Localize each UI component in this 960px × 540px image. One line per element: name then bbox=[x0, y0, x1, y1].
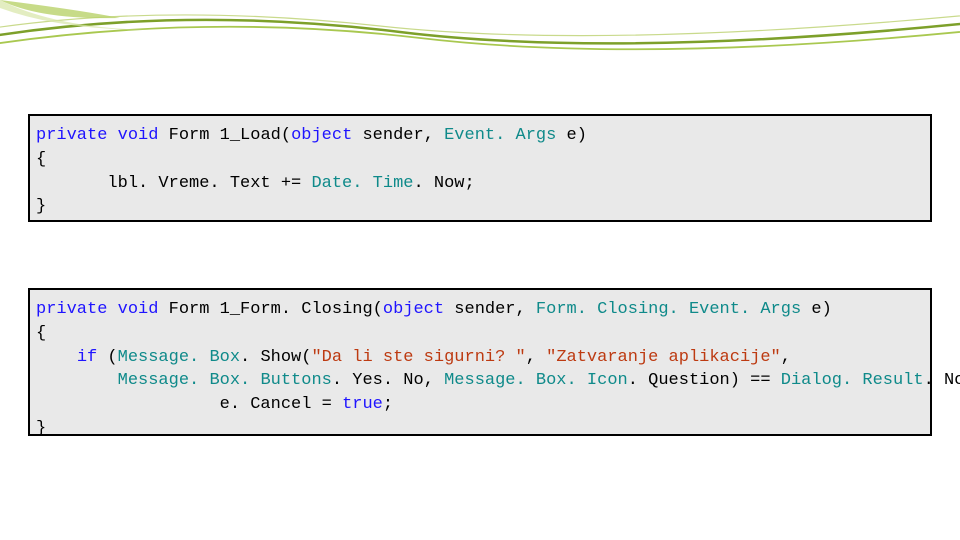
type-formclosingeventargs: Form. Closing. Event. Args bbox=[536, 300, 801, 319]
comma-2: , bbox=[781, 348, 791, 367]
method-name: Form 1_Form. Closing( bbox=[158, 300, 382, 319]
brace-open: { bbox=[36, 324, 46, 343]
line4-indent: e. Cancel = bbox=[36, 395, 342, 414]
body-text: lbl. Vreme. Text += bbox=[36, 174, 311, 193]
type-messageboxicon: Message. Box. Icon bbox=[444, 371, 628, 390]
type-datetime: Date. Time bbox=[311, 174, 413, 193]
keyword-private: private bbox=[36, 126, 107, 145]
keyword-void: void bbox=[118, 300, 159, 319]
line3-indent bbox=[36, 371, 118, 390]
method-name: Form 1_Load( bbox=[158, 126, 291, 145]
type-messagebox: Message. Box bbox=[118, 348, 240, 367]
body-now: . Now; bbox=[413, 174, 474, 193]
code-block-form-closing: private void Form 1_Form. Closing(object… bbox=[28, 288, 932, 436]
param-sender: sender, bbox=[352, 126, 444, 145]
keyword-private: private bbox=[36, 300, 107, 319]
keyword-if: if bbox=[77, 348, 97, 367]
dot-show: . Show( bbox=[240, 348, 311, 367]
keyword-object: object bbox=[383, 300, 444, 319]
param-e: e) bbox=[556, 126, 587, 145]
yesno: . Yes. No, bbox=[332, 371, 444, 390]
param-sender: sender, bbox=[444, 300, 536, 319]
string-literal-1: "Da li ste sigurni? " bbox=[311, 348, 525, 367]
code-block-form-load: private void Form 1_Load(object sender, … bbox=[28, 114, 932, 222]
string-literal-2: "Zatvaranje aplikacije" bbox=[546, 348, 781, 367]
question-eq: . Question) == bbox=[628, 371, 781, 390]
brace-close: } bbox=[36, 197, 46, 216]
keyword-void: void bbox=[118, 126, 159, 145]
semicolon: ; bbox=[383, 395, 393, 414]
type-eventargs: Event. Args bbox=[444, 126, 556, 145]
comma-1: , bbox=[526, 348, 546, 367]
dot-no: . No) bbox=[924, 371, 960, 390]
if-open: ( bbox=[97, 348, 117, 367]
keyword-object: object bbox=[291, 126, 352, 145]
type-dialogresult: Dialog. Result bbox=[781, 371, 924, 390]
type-messageboxbuttons: Message. Box. Buttons bbox=[118, 371, 332, 390]
if-indent bbox=[36, 348, 77, 367]
brace-open: { bbox=[36, 150, 46, 169]
brace-close: } bbox=[36, 419, 46, 438]
param-e: e) bbox=[801, 300, 832, 319]
keyword-true: true bbox=[342, 395, 383, 414]
